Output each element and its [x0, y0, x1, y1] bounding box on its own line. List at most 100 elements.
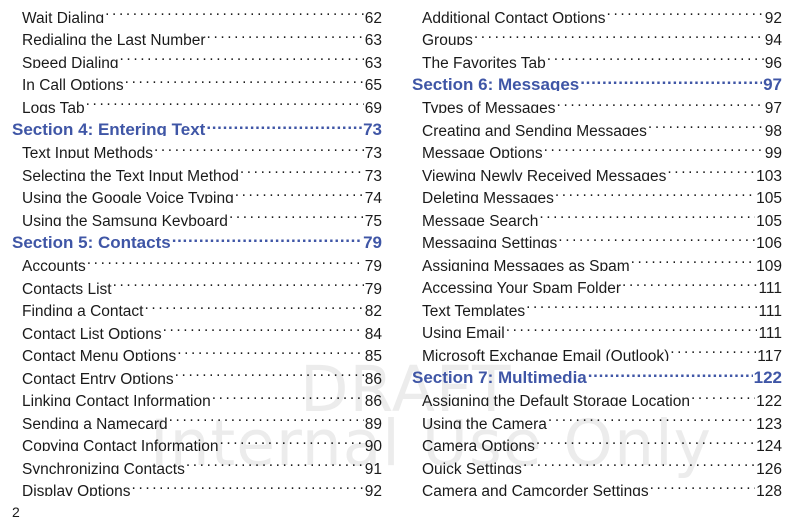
- toc-entry-label: Assigning the Default Storage Location: [422, 393, 690, 406]
- toc-entry-label: Message Search: [422, 212, 539, 226]
- toc-entry[interactable]: Message Search 105: [412, 203, 782, 226]
- toc-entry[interactable]: Message Options 99: [412, 136, 782, 159]
- toc-page-number: 122: [753, 368, 782, 384]
- toc-entry-label: Contact Menu Options: [22, 348, 177, 361]
- toc-entry-label: Logs Tab: [22, 99, 85, 113]
- toc-entry-label: Creating and Sending Messages: [422, 122, 647, 136]
- toc-entry-label: Contact List Options: [22, 325, 162, 339]
- toc-entry[interactable]: Assigning Messages as Spam 109: [412, 248, 782, 271]
- toc-entry[interactable]: Text Templates 111: [412, 293, 782, 316]
- toc-dot-leader: [163, 316, 364, 339]
- toc-entry[interactable]: Linking Contact Information 86: [12, 384, 382, 407]
- toc-entry[interactable]: Synchronizing Contacts 91: [12, 451, 382, 474]
- toc-entry[interactable]: Messaging Settings 106: [412, 226, 782, 249]
- page-number-folio: 2: [12, 504, 20, 520]
- toc-entry[interactable]: Using Email 111: [412, 316, 782, 339]
- toc-dot-leader: [86, 90, 364, 113]
- toc-dot-leader: [580, 68, 762, 91]
- toc-dot-leader: [207, 23, 364, 46]
- toc-dot-leader: [558, 226, 755, 249]
- toc-section-heading[interactable]: Section 7: Multimedia 122: [412, 361, 782, 384]
- toc-entry[interactable]: Redialing the Last Number 63: [12, 23, 382, 46]
- toc-entry[interactable]: Speed Dialing 63: [12, 45, 382, 68]
- toc-dot-leader: [219, 429, 363, 452]
- toc-entry[interactable]: Contact Entry Options 86: [12, 361, 382, 384]
- toc-entry[interactable]: Contact Menu Options 85: [12, 339, 382, 362]
- toc-dot-leader: [212, 384, 364, 407]
- toc-dot-leader: [667, 158, 755, 181]
- table-of-contents-page: Wait Dialing 62 Redialing the Last Number 6…: [0, 0, 787, 527]
- toc-entry[interactable]: Accessing Your Spam Folder 111: [412, 271, 782, 294]
- toc-page-number: 105: [756, 190, 782, 203]
- toc-entry[interactable]: Types of Messages 97: [412, 91, 782, 114]
- toc-dot-leader: [229, 203, 364, 226]
- toc-section-heading[interactable]: Section 4: Entering Text 73: [12, 113, 382, 136]
- toc-entry[interactable]: In Call Options 65: [12, 68, 382, 91]
- toc-entry[interactable]: Using the Samsung Keyboard 75: [12, 203, 382, 226]
- toc-page-number: 73: [364, 167, 382, 181]
- toc-entry[interactable]: Camera Options 124: [412, 429, 782, 452]
- toc-entry[interactable]: Display Options 92: [12, 474, 382, 497]
- toc-page-number: 73: [363, 120, 382, 136]
- toc-entry-label: Contact Entry Options: [22, 370, 174, 384]
- toc-entry[interactable]: The Favorites Tab 96: [412, 45, 782, 68]
- toc-page-number: 82: [364, 303, 382, 316]
- toc-dot-leader: [206, 113, 362, 136]
- toc-entry-label: Viewing Newly Received Messages: [422, 167, 667, 181]
- toc-dot-leader: [588, 361, 753, 384]
- toc-page-number: 105: [756, 212, 782, 226]
- toc-entry[interactable]: Using the Camera 123: [412, 406, 782, 429]
- toc-page-number: 124: [756, 438, 782, 451]
- toc-dot-leader: [547, 45, 764, 68]
- toc-entry[interactable]: Contacts List 79: [12, 271, 382, 294]
- toc-entry-label: Quick Settings: [422, 460, 522, 474]
- toc-entry-label: Wait Dialing: [22, 9, 105, 23]
- toc-entry[interactable]: Sending a Namecard 89: [12, 406, 382, 429]
- toc-section-label: Section 5: Contacts: [12, 233, 171, 249]
- toc-column-left: Wait Dialing 62 Redialing the Last Number 6…: [12, 0, 382, 496]
- toc-entry[interactable]: Copying Contact Information 90: [12, 429, 382, 452]
- toc-entry-label: Redialing the Last Number: [22, 32, 206, 45]
- toc-dot-leader: [175, 361, 364, 384]
- toc-entry[interactable]: Creating and Sending Messages 98: [412, 113, 782, 136]
- toc-entry[interactable]: Camera and Camcorder Settings 128: [412, 474, 782, 497]
- toc-entry[interactable]: Accounts 79: [12, 249, 382, 272]
- toc-page-number: 111: [758, 325, 782, 338]
- toc-entry[interactable]: Contact List Options 84: [12, 316, 382, 339]
- toc-entry[interactable]: Wait Dialing 62: [12, 0, 382, 23]
- toc-entry-label: Additional Contact Options: [422, 9, 606, 23]
- toc-page-number: 85: [364, 348, 382, 361]
- toc-page-number: 90: [364, 438, 382, 451]
- toc-section-heading[interactable]: Section 6: Messages 97: [412, 68, 782, 91]
- toc-entry[interactable]: Microsoft Exchange Email (Outlook) 117: [412, 338, 782, 361]
- toc-entry[interactable]: Viewing Newly Received Messages 103: [412, 158, 782, 181]
- toc-dot-leader: [87, 249, 364, 272]
- toc-entry[interactable]: Assigning the Default Storage Location 12…: [412, 384, 782, 407]
- toc-page-number: 65: [364, 77, 382, 90]
- toc-entry[interactable]: Finding a Contact 82: [12, 294, 382, 317]
- toc-page-number: 97: [764, 100, 782, 113]
- toc-dot-leader: [172, 226, 362, 249]
- toc-entry[interactable]: Selecting the Text Input Method 73: [12, 158, 382, 181]
- toc-entry[interactable]: Groups 94: [412, 23, 782, 46]
- toc-dot-leader: [536, 429, 755, 452]
- toc-page-number: 98: [764, 122, 782, 136]
- toc-dot-leader: [145, 294, 364, 317]
- toc-dot-leader: [544, 136, 764, 159]
- toc-entry[interactable]: Using the Google Voice Typing 74: [12, 181, 382, 204]
- toc-section-label: Section 4: Entering Text: [12, 120, 206, 136]
- toc-dot-leader: [607, 0, 764, 23]
- toc-entry[interactable]: Text Input Methods 73: [12, 136, 382, 159]
- toc-page-number: 63: [364, 32, 382, 45]
- toc-entry-label: Camera Options: [422, 438, 535, 451]
- toc-entry-label: Assigning Messages as Spam: [422, 257, 630, 271]
- toc-section-heading[interactable]: Section 5: Contacts 79: [12, 226, 382, 249]
- toc-dot-leader: [650, 474, 756, 497]
- toc-entry[interactable]: Quick Settings 126: [412, 451, 782, 474]
- toc-entry[interactable]: Additional Contact Options 92: [412, 0, 782, 23]
- toc-entry[interactable]: Deleting Messages 105: [412, 181, 782, 204]
- toc-entry[interactable]: Logs Tab 69: [12, 90, 382, 113]
- toc-page-number: 69: [364, 99, 382, 113]
- toc-page-number: 89: [364, 415, 382, 429]
- toc-dot-leader: [691, 384, 755, 407]
